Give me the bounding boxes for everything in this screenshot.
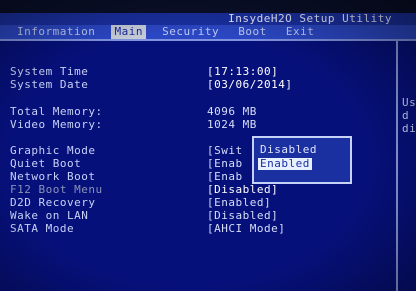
popup-option-enabled[interactable]: Enabled	[258, 158, 312, 170]
total-memory-value: 4096 MB	[207, 105, 257, 118]
app-title: InsydeH2O Setup Utility	[228, 12, 392, 25]
help-line: d	[402, 109, 410, 122]
tab-boot[interactable]: Boot	[235, 25, 270, 39]
sata-mode-label: SATA Mode	[10, 222, 75, 235]
wake-on-lan-label: Wake on LAN	[10, 209, 89, 222]
video-memory-label: Video Memory:	[10, 118, 103, 131]
video-memory-value: 1024 MB	[207, 118, 257, 131]
bios-screen: InsydeH2O Setup Utility Information Main…	[0, 0, 416, 291]
help-line: Us	[402, 96, 416, 109]
graphic-mode-label: Graphic Mode	[10, 144, 96, 157]
wake-on-lan-value[interactable]: [Disabled]	[207, 210, 278, 222]
system-date-value[interactable]: [03/06/2014]	[207, 79, 292, 91]
system-time-label: System Time	[10, 65, 89, 78]
d2d-recovery-label: D2D Recovery	[10, 196, 96, 209]
system-time-value[interactable]: [17:13:00]	[207, 66, 278, 78]
quiet-boot-value[interactable]: [Enab	[207, 158, 243, 170]
system-date-label: System Date	[10, 78, 89, 91]
graphic-mode-value[interactable]: [Swit	[207, 145, 243, 157]
d2d-recovery-value[interactable]: [Enabled]	[207, 197, 271, 209]
help-line: di	[402, 122, 416, 135]
tab-information[interactable]: Information	[14, 25, 98, 39]
total-memory-label: Total Memory:	[10, 105, 103, 118]
quiet-boot-label: Quiet Boot	[10, 157, 82, 170]
tab-security[interactable]: Security	[159, 25, 222, 39]
menu-bar: Information Main Security Boot Exit	[0, 25, 416, 39]
network-boot-value[interactable]: [Enab	[207, 171, 243, 183]
sata-mode-value[interactable]: [AHCI Mode]	[207, 223, 285, 235]
tab-exit[interactable]: Exit	[283, 25, 318, 39]
f12-boot-menu-label: F12 Boot Menu	[10, 183, 103, 196]
popup-option-disabled[interactable]: Disabled	[258, 144, 319, 156]
help-panel: Us d di	[400, 41, 416, 291]
tab-main[interactable]: Main	[111, 25, 146, 39]
option-popup: Disabled Enabled	[252, 136, 352, 184]
f12-boot-menu-value[interactable]: [Disabled]	[207, 184, 278, 196]
network-boot-label: Network Boot	[10, 170, 96, 183]
title-bar: InsydeH2O Setup Utility	[0, 13, 416, 25]
